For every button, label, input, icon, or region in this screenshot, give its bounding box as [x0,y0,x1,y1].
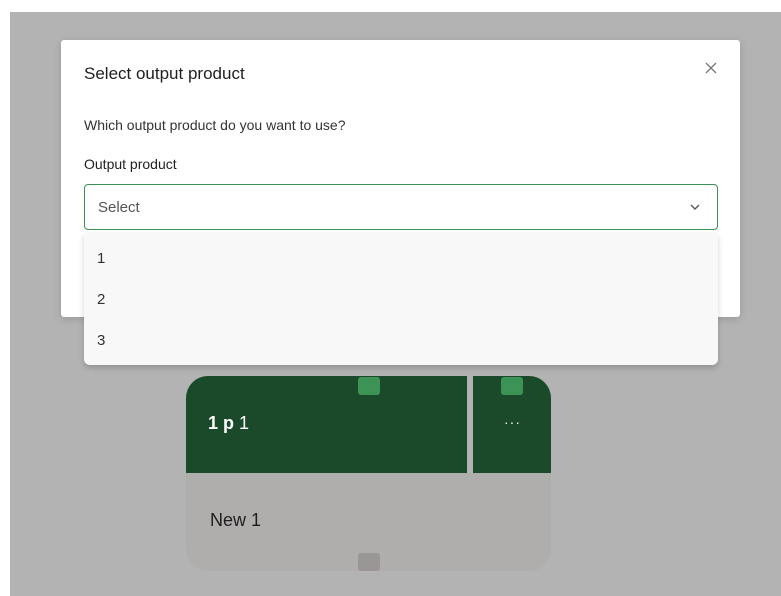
node-title-light: 1 [239,413,250,433]
modal-title: Select output product [84,64,245,83]
modal-question: Which output product do you want to use? [84,117,346,133]
close-icon[interactable] [701,58,721,78]
node-title: 1 p 1 [208,413,249,434]
dropdown-option-3[interactable]: 3 [84,319,718,359]
node-input-port-secondary[interactable] [501,377,523,395]
output-product-label: Output product [84,156,177,172]
node-input-port[interactable] [358,377,380,395]
product-node-card[interactable]: 1 p 1 ··· New 1 [186,376,551,571]
chevron-down-icon[interactable] [688,200,702,214]
node-output-port[interactable] [358,553,380,571]
output-product-select[interactable]: Select [84,184,718,230]
dropdown-option-label: 3 [97,332,106,349]
node-body-label: New 1 [210,510,262,530]
node-title-bold: 1 p [208,413,235,433]
dropdown-option-label: 2 [97,291,106,308]
node-header-divider [467,376,473,473]
output-product-dropdown: 1 2 3 [84,233,718,365]
dropdown-option-2[interactable]: 2 [84,278,718,318]
select-placeholder: Select [98,199,140,216]
app-root: 1 p 1 ··· New 1 Select output product Wh… [0,0,781,596]
dropdown-option-label: 1 [97,250,106,267]
dropdown-option-1[interactable]: 1 [84,237,718,277]
node-more-button[interactable]: ··· [504,414,521,430]
